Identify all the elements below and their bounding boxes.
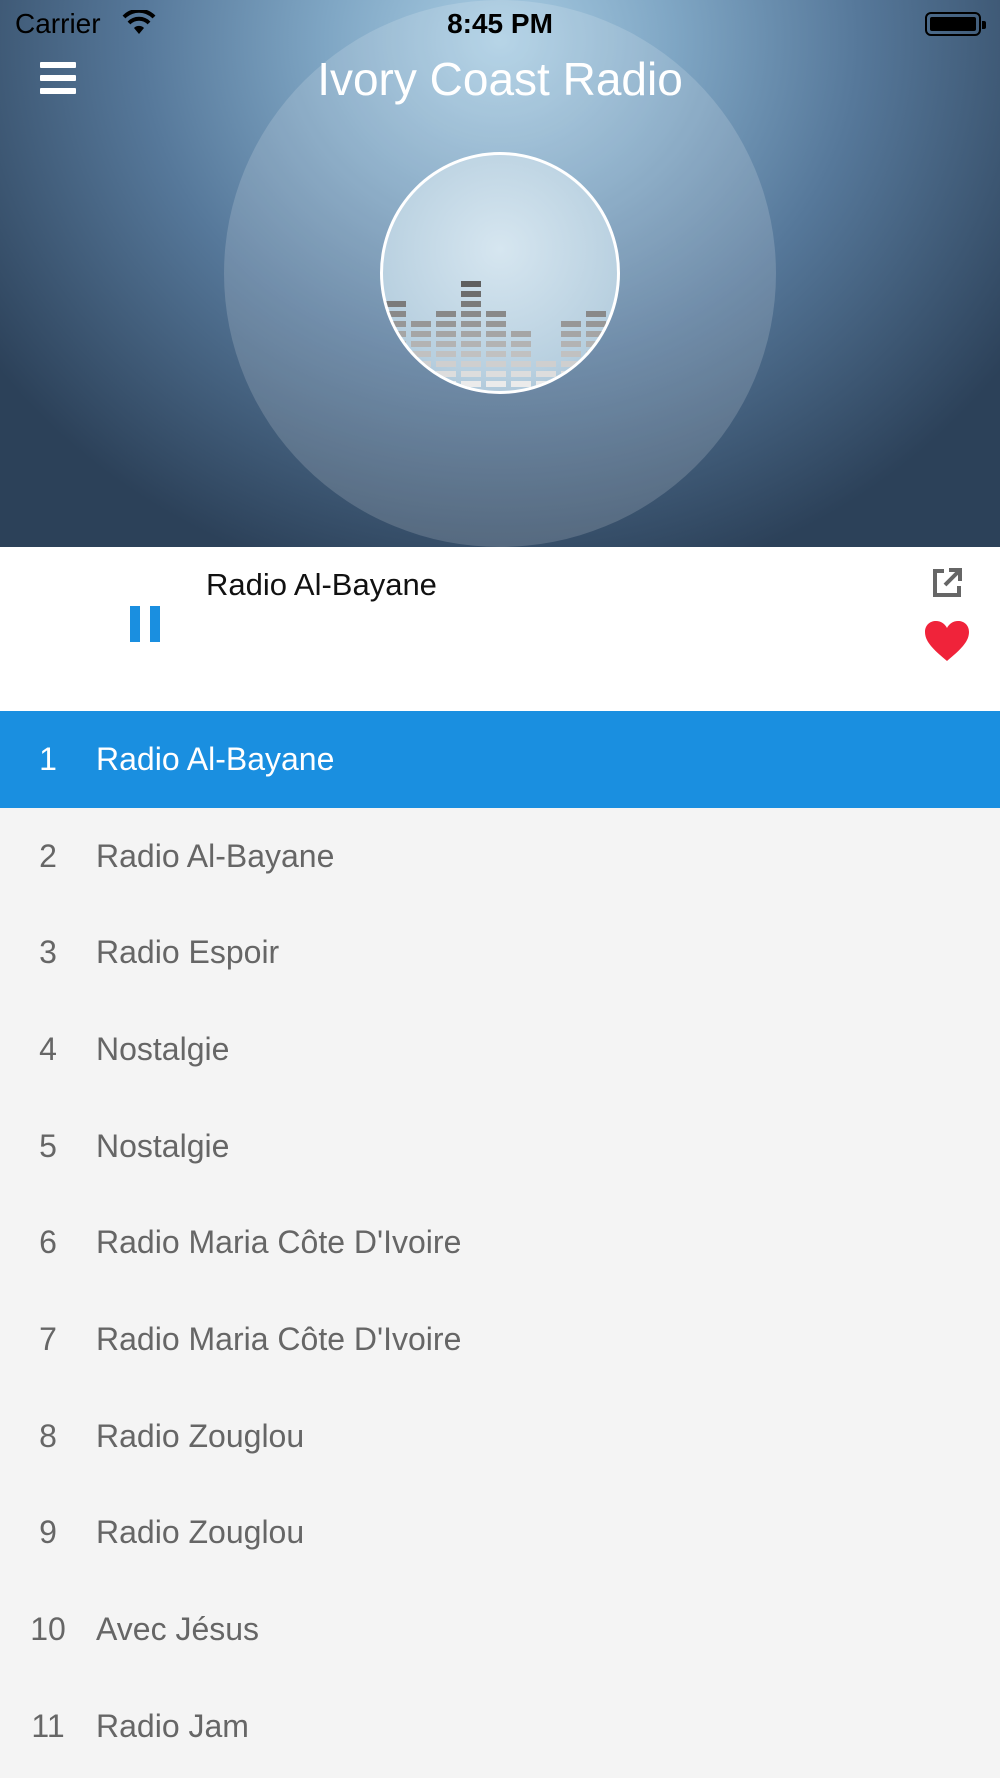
station-number: 4	[39, 1030, 57, 1067]
station-name: Radio Zouglou	[96, 1514, 305, 1551]
station-row[interactable]: 8 Radio Zouglou	[0, 1388, 1000, 1485]
station-row[interactable]: 7 Radio Maria Côte D'Ivoire	[0, 1291, 1000, 1388]
station-row[interactable]: 2 Radio Al-Bayane	[0, 808, 1000, 905]
status-time: 8:45 PM	[447, 8, 553, 39]
station-number: 1	[39, 740, 57, 777]
station-name: Radio Al-Bayane	[96, 740, 335, 777]
battery-icon	[925, 12, 986, 36]
station-name: Radio Espoir	[96, 934, 280, 971]
station-row[interactable]: 5 Nostalgie	[0, 1098, 1000, 1195]
station-artwork	[380, 152, 620, 394]
station-name: Nostalgie	[96, 1030, 230, 1067]
station-row[interactable]: 6 Radio Maria Côte D'Ivoire	[0, 1194, 1000, 1291]
station-name: Radio Jam	[96, 1707, 249, 1744]
station-number: 11	[31, 1707, 65, 1744]
station-row[interactable]: 9 Radio Zouglou	[0, 1485, 1000, 1582]
station-name: Radio Zouglou	[96, 1417, 305, 1454]
station-number: 2	[39, 837, 57, 874]
station-row[interactable]: 10 Avec Jésus	[0, 1581, 1000, 1678]
station-number: 9	[39, 1514, 57, 1551]
station-name: Avec Jésus	[96, 1611, 260, 1648]
app-title: Ivory Coast Radio	[317, 53, 683, 105]
station-number: 10	[30, 1611, 66, 1648]
station-name: Radio Maria Côte D'Ivoire	[96, 1224, 462, 1261]
station-number: 5	[39, 1127, 57, 1164]
station-list: 1 Radio Al-Bayane 2 Radio Al-Bayane 3 Radio E…	[0, 711, 1000, 1775]
station-name: Radio Al-Bayane	[96, 837, 335, 874]
pause-button[interactable]	[130, 606, 160, 642]
station-number: 3	[39, 934, 57, 971]
equalizer-graphic	[386, 281, 617, 387]
station-row[interactable]: 4 Nostalgie	[0, 1001, 1000, 1098]
header-artwork: Carrier 8:45 PM Ivory Coast Radio	[0, 0, 1000, 547]
favorite-heart-icon[interactable]	[924, 620, 970, 662]
station-name: Nostalgie	[96, 1127, 230, 1164]
station-number: 8	[39, 1417, 57, 1454]
station-row[interactable]: 1 Radio Al-Bayane	[0, 711, 1000, 808]
station-number: 7	[39, 1320, 57, 1357]
station-name: Radio Maria Côte D'Ivoire	[96, 1320, 462, 1357]
now-playing-title: Radio Al-Bayane	[206, 567, 437, 602]
station-number: 6	[39, 1224, 57, 1261]
status-bar: Carrier 8:45 PM	[0, 0, 1000, 48]
station-row[interactable]: 11 Radio Jam	[0, 1678, 1000, 1775]
station-row[interactable]: 3 Radio Espoir	[0, 904, 1000, 1001]
share-icon[interactable]	[930, 566, 964, 600]
